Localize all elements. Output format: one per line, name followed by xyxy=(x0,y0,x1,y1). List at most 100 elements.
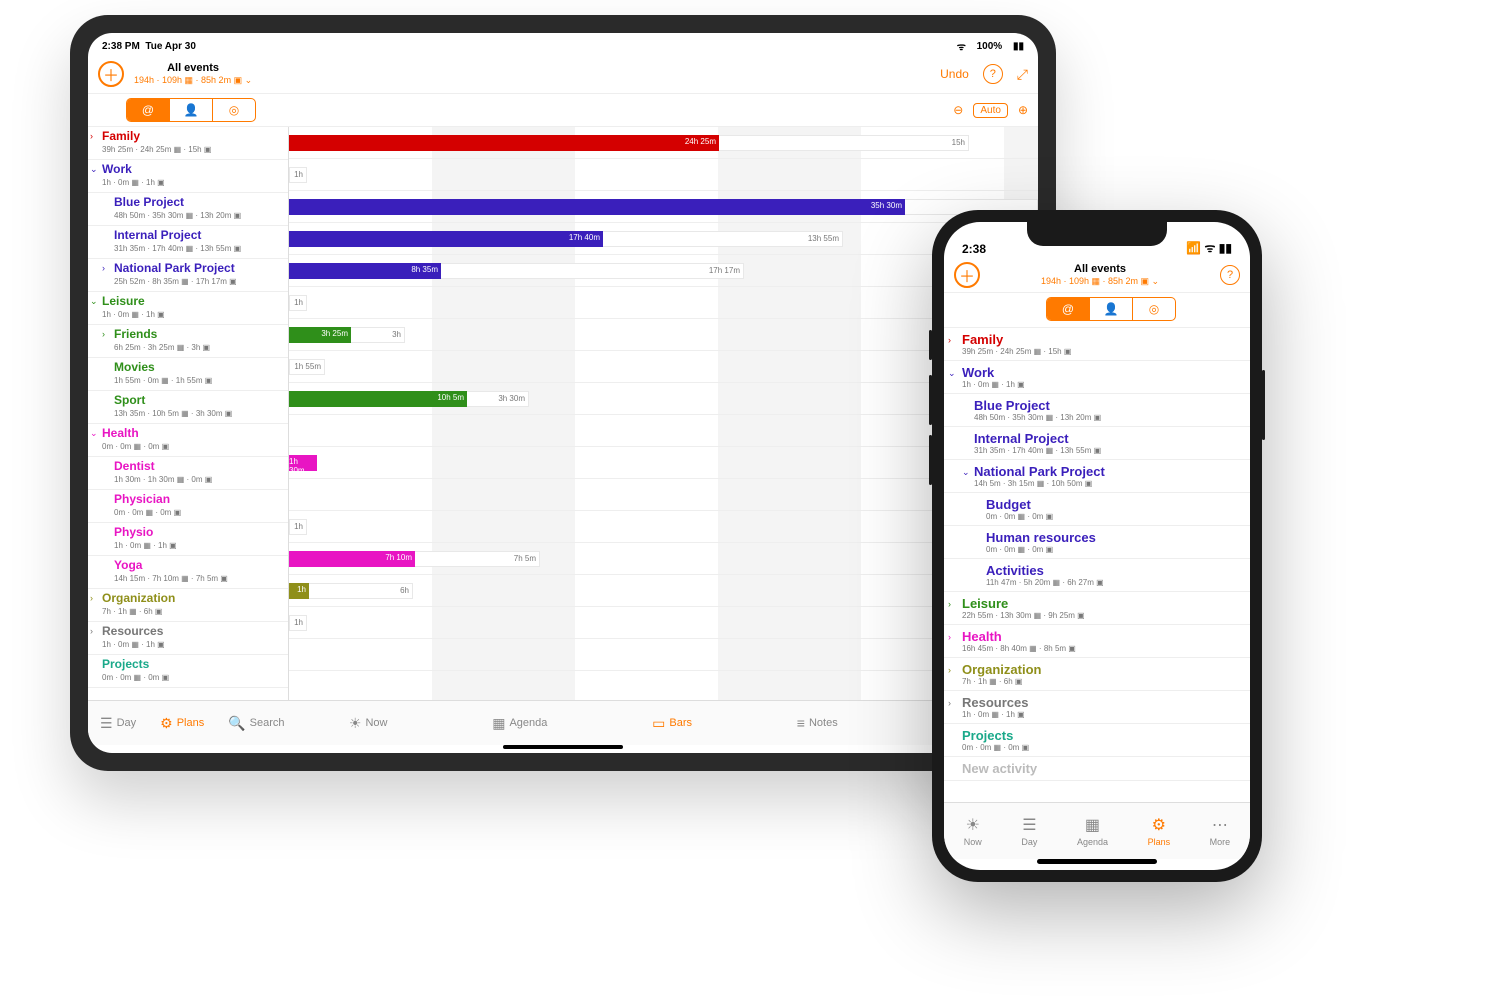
phone-category-row[interactable]: ⌄National Park Project14h 5m · 3h 15m ▦ … xyxy=(944,460,1250,493)
phone-category-row[interactable]: ›Health16h 45m · 8h 40m ▦ · 8h 5m ▣ xyxy=(944,625,1250,658)
phone-category-row[interactable]: ›Family39h 25m · 24h 25m ▦ · 15h ▣ xyxy=(944,328,1250,361)
tab-label: More xyxy=(1210,837,1231,847)
category-row[interactable]: Physio1h · 0m ▦ · 1h ▣ xyxy=(88,523,288,556)
add-button[interactable]: ＋ xyxy=(98,61,124,87)
tab-search[interactable]: 🔍Search xyxy=(216,715,296,732)
tab-day[interactable]: ☰Day xyxy=(88,715,148,732)
category-row[interactable]: Sport13h 35m · 10h 5m ▦ · 3h 30m ▣ xyxy=(88,391,288,424)
chevron-icon[interactable]: › xyxy=(102,262,105,275)
chevron-icon[interactable]: ⌄ xyxy=(948,368,956,379)
tab-more[interactable]: ⋯More xyxy=(1210,815,1231,847)
bar[interactable]: 10h 5m3h 30m xyxy=(289,391,529,407)
phone-help-icon[interactable]: ? xyxy=(1220,265,1240,285)
bar[interactable]: 1h 55m xyxy=(289,359,325,375)
phone-category-row[interactable]: ›Resources1h · 0m ▦ · 1h ▣ xyxy=(944,691,1250,724)
chevron-icon[interactable]: › xyxy=(948,632,951,642)
chevron-icon[interactable]: › xyxy=(948,599,951,609)
phone-category-summary: 14h 5m · 3h 15m ▦ · 10h 50m ▣ xyxy=(974,479,1242,488)
tab-bars[interactable]: ▭Bars xyxy=(640,715,704,732)
chevron-icon[interactable]: › xyxy=(102,328,105,341)
phone-category-row[interactable]: ⌄Work1h · 0m ▦ · 1h ▣ xyxy=(944,361,1250,394)
bar[interactable]: 17h 40m13h 55m xyxy=(289,231,843,247)
category-row[interactable]: Movies1h 55m · 0m ▦ · 1h 55m ▣ xyxy=(88,358,288,391)
phone-category-row[interactable]: Budget0m · 0m ▦ · 0m ▣ xyxy=(944,493,1250,526)
chevron-icon[interactable]: › xyxy=(948,335,951,345)
category-row[interactable]: ›Organization7h · 1h ▦ · 6h ▣ xyxy=(88,589,288,622)
chevron-icon[interactable]: › xyxy=(948,665,951,675)
phone-category-row[interactable]: Blue Project48h 50m · 35h 30m ▦ · 13h 20… xyxy=(944,394,1250,427)
zoom-in-icon[interactable]: ⊕ xyxy=(1018,103,1028,117)
tab-agenda[interactable]: ▦Agenda xyxy=(1077,815,1108,847)
category-row[interactable]: ⌄Work1h · 0m ▦ · 1h ▣ xyxy=(88,160,288,193)
seg-person-icon[interactable]: 👤 xyxy=(170,99,213,121)
category-row[interactable]: Projects0m · 0m ▦ · 0m ▣ xyxy=(88,655,288,688)
tab-icon: 🔍 xyxy=(228,715,245,732)
phone-seg-person-icon[interactable]: 👤 xyxy=(1090,298,1133,320)
bar[interactable]: 1h xyxy=(289,615,307,631)
chevron-icon[interactable]: ⌄ xyxy=(90,295,98,308)
bar-fill-label: 7h 10m xyxy=(385,553,412,562)
chevron-icon[interactable]: › xyxy=(90,130,93,143)
bar[interactable]: 1h xyxy=(289,295,307,311)
bar[interactable]: 35h 30m xyxy=(289,199,1038,215)
chevron-icon[interactable]: › xyxy=(948,698,951,708)
phone-seg-ring-icon[interactable]: ◎ xyxy=(1133,298,1175,320)
tab-now[interactable]: ☀Now xyxy=(337,715,400,732)
bar[interactable]: 1h6h xyxy=(289,583,413,599)
phone-add-button[interactable]: ＋ xyxy=(954,262,980,288)
tab-agenda[interactable]: ▦Agenda xyxy=(480,715,559,732)
bar[interactable]: 1h 30m xyxy=(289,455,317,471)
title-block[interactable]: All events 194h · 109h ▦ · 85h 2m ▣ ⌄ xyxy=(134,62,252,86)
chevron-icon[interactable]: › xyxy=(90,625,93,638)
help-icon[interactable]: ? xyxy=(983,64,1003,84)
bar-fill: 7h 10m xyxy=(289,551,415,567)
chevron-icon[interactable]: › xyxy=(90,592,93,605)
expand-icon[interactable]: ⤢ xyxy=(1017,66,1028,83)
phone-category-row[interactable]: Projects0m · 0m ▦ · 0m ▣ xyxy=(944,724,1250,757)
phone-category-row[interactable]: ›Leisure22h 55m · 13h 30m ▦ · 9h 25m ▣ xyxy=(944,592,1250,625)
bar[interactable]: 1h xyxy=(289,167,307,183)
category-summary: 6h 25m · 3h 25m ▦ · 3h ▣ xyxy=(114,341,282,354)
category-row[interactable]: ›Friends6h 25m · 3h 25m ▦ · 3h ▣ xyxy=(88,325,288,358)
tab-plans[interactable]: ⚙Plans xyxy=(1148,815,1171,847)
chevron-icon[interactable]: ⌄ xyxy=(90,427,98,440)
phone-category-row[interactable]: New activity xyxy=(944,757,1250,781)
phone-category-row[interactable]: Activities11h 47m · 5h 20m ▦ · 6h 27m ▣ xyxy=(944,559,1250,592)
category-row[interactable]: ⌄Leisure1h · 0m ▦ · 1h ▣ xyxy=(88,292,288,325)
category-summary: 25h 52m · 8h 35m ▦ · 17h 17m ▣ xyxy=(114,275,282,288)
category-row[interactable]: Dentist1h 30m · 1h 30m ▦ · 0m ▣ xyxy=(88,457,288,490)
phone-seg-at-icon[interactable]: @ xyxy=(1047,298,1090,320)
category-row[interactable]: Blue Project48h 50m · 35h 30m ▦ · 13h 20… xyxy=(88,193,288,226)
category-row[interactable]: ⌄Health0m · 0m ▦ · 0m ▣ xyxy=(88,424,288,457)
bar-fill-label: 1h 30m xyxy=(289,457,314,475)
category-name: Blue Project xyxy=(114,196,282,209)
phone-category-row[interactable]: ›Organization7h · 1h ▦ · 6h ▣ xyxy=(944,658,1250,691)
category-row[interactable]: Yoga14h 15m · 7h 10m ▦ · 7h 5m ▣ xyxy=(88,556,288,589)
bar[interactable]: 7h 10m7h 5m xyxy=(289,551,540,567)
bar[interactable]: 8h 35m17h 17m xyxy=(289,263,744,279)
zoom-auto-button[interactable]: Auto xyxy=(973,103,1008,118)
signal-icon: 📶 xyxy=(1186,241,1201,255)
zoom-out-icon[interactable]: ⊖ xyxy=(953,103,963,117)
tab-notes[interactable]: ≡Notes xyxy=(785,715,850,732)
seg-ring-icon[interactable]: ◎ xyxy=(213,99,255,121)
category-row[interactable]: Physician0m · 0m ▦ · 0m ▣ xyxy=(88,490,288,523)
tab-day[interactable]: ☰Day xyxy=(1021,815,1037,847)
category-summary: 31h 35m · 17h 40m ▦ · 13h 55m ▣ xyxy=(114,242,282,255)
category-row[interactable]: ›National Park Project25h 52m · 8h 35m ▦… xyxy=(88,259,288,292)
bar[interactable]: 3h 25m3h xyxy=(289,327,405,343)
phone-category-row[interactable]: Internal Project31h 35m · 17h 40m ▦ · 13… xyxy=(944,427,1250,460)
bar[interactable]: 24h 25m15h xyxy=(289,135,969,151)
chevron-icon[interactable]: ⌄ xyxy=(90,163,98,176)
tab-now[interactable]: ☀Now xyxy=(964,815,982,847)
category-row[interactable]: ›Resources1h · 0m ▦ · 1h ▣ xyxy=(88,622,288,655)
phone-category-summary: 0m · 0m ▦ · 0m ▣ xyxy=(986,512,1242,521)
category-row[interactable]: ›Family39h 25m · 24h 25m ▦ · 15h ▣ xyxy=(88,127,288,160)
phone-category-row[interactable]: Human resources0m · 0m ▦ · 0m ▣ xyxy=(944,526,1250,559)
tab-plans[interactable]: ⚙Plans xyxy=(148,715,216,732)
bar[interactable]: 1h xyxy=(289,519,307,535)
seg-at-icon[interactable]: @ xyxy=(127,99,170,121)
chevron-icon[interactable]: ⌄ xyxy=(962,467,970,478)
category-row[interactable]: Internal Project31h 35m · 17h 40m ▦ · 13… xyxy=(88,226,288,259)
undo-button[interactable]: Undo xyxy=(940,67,969,81)
